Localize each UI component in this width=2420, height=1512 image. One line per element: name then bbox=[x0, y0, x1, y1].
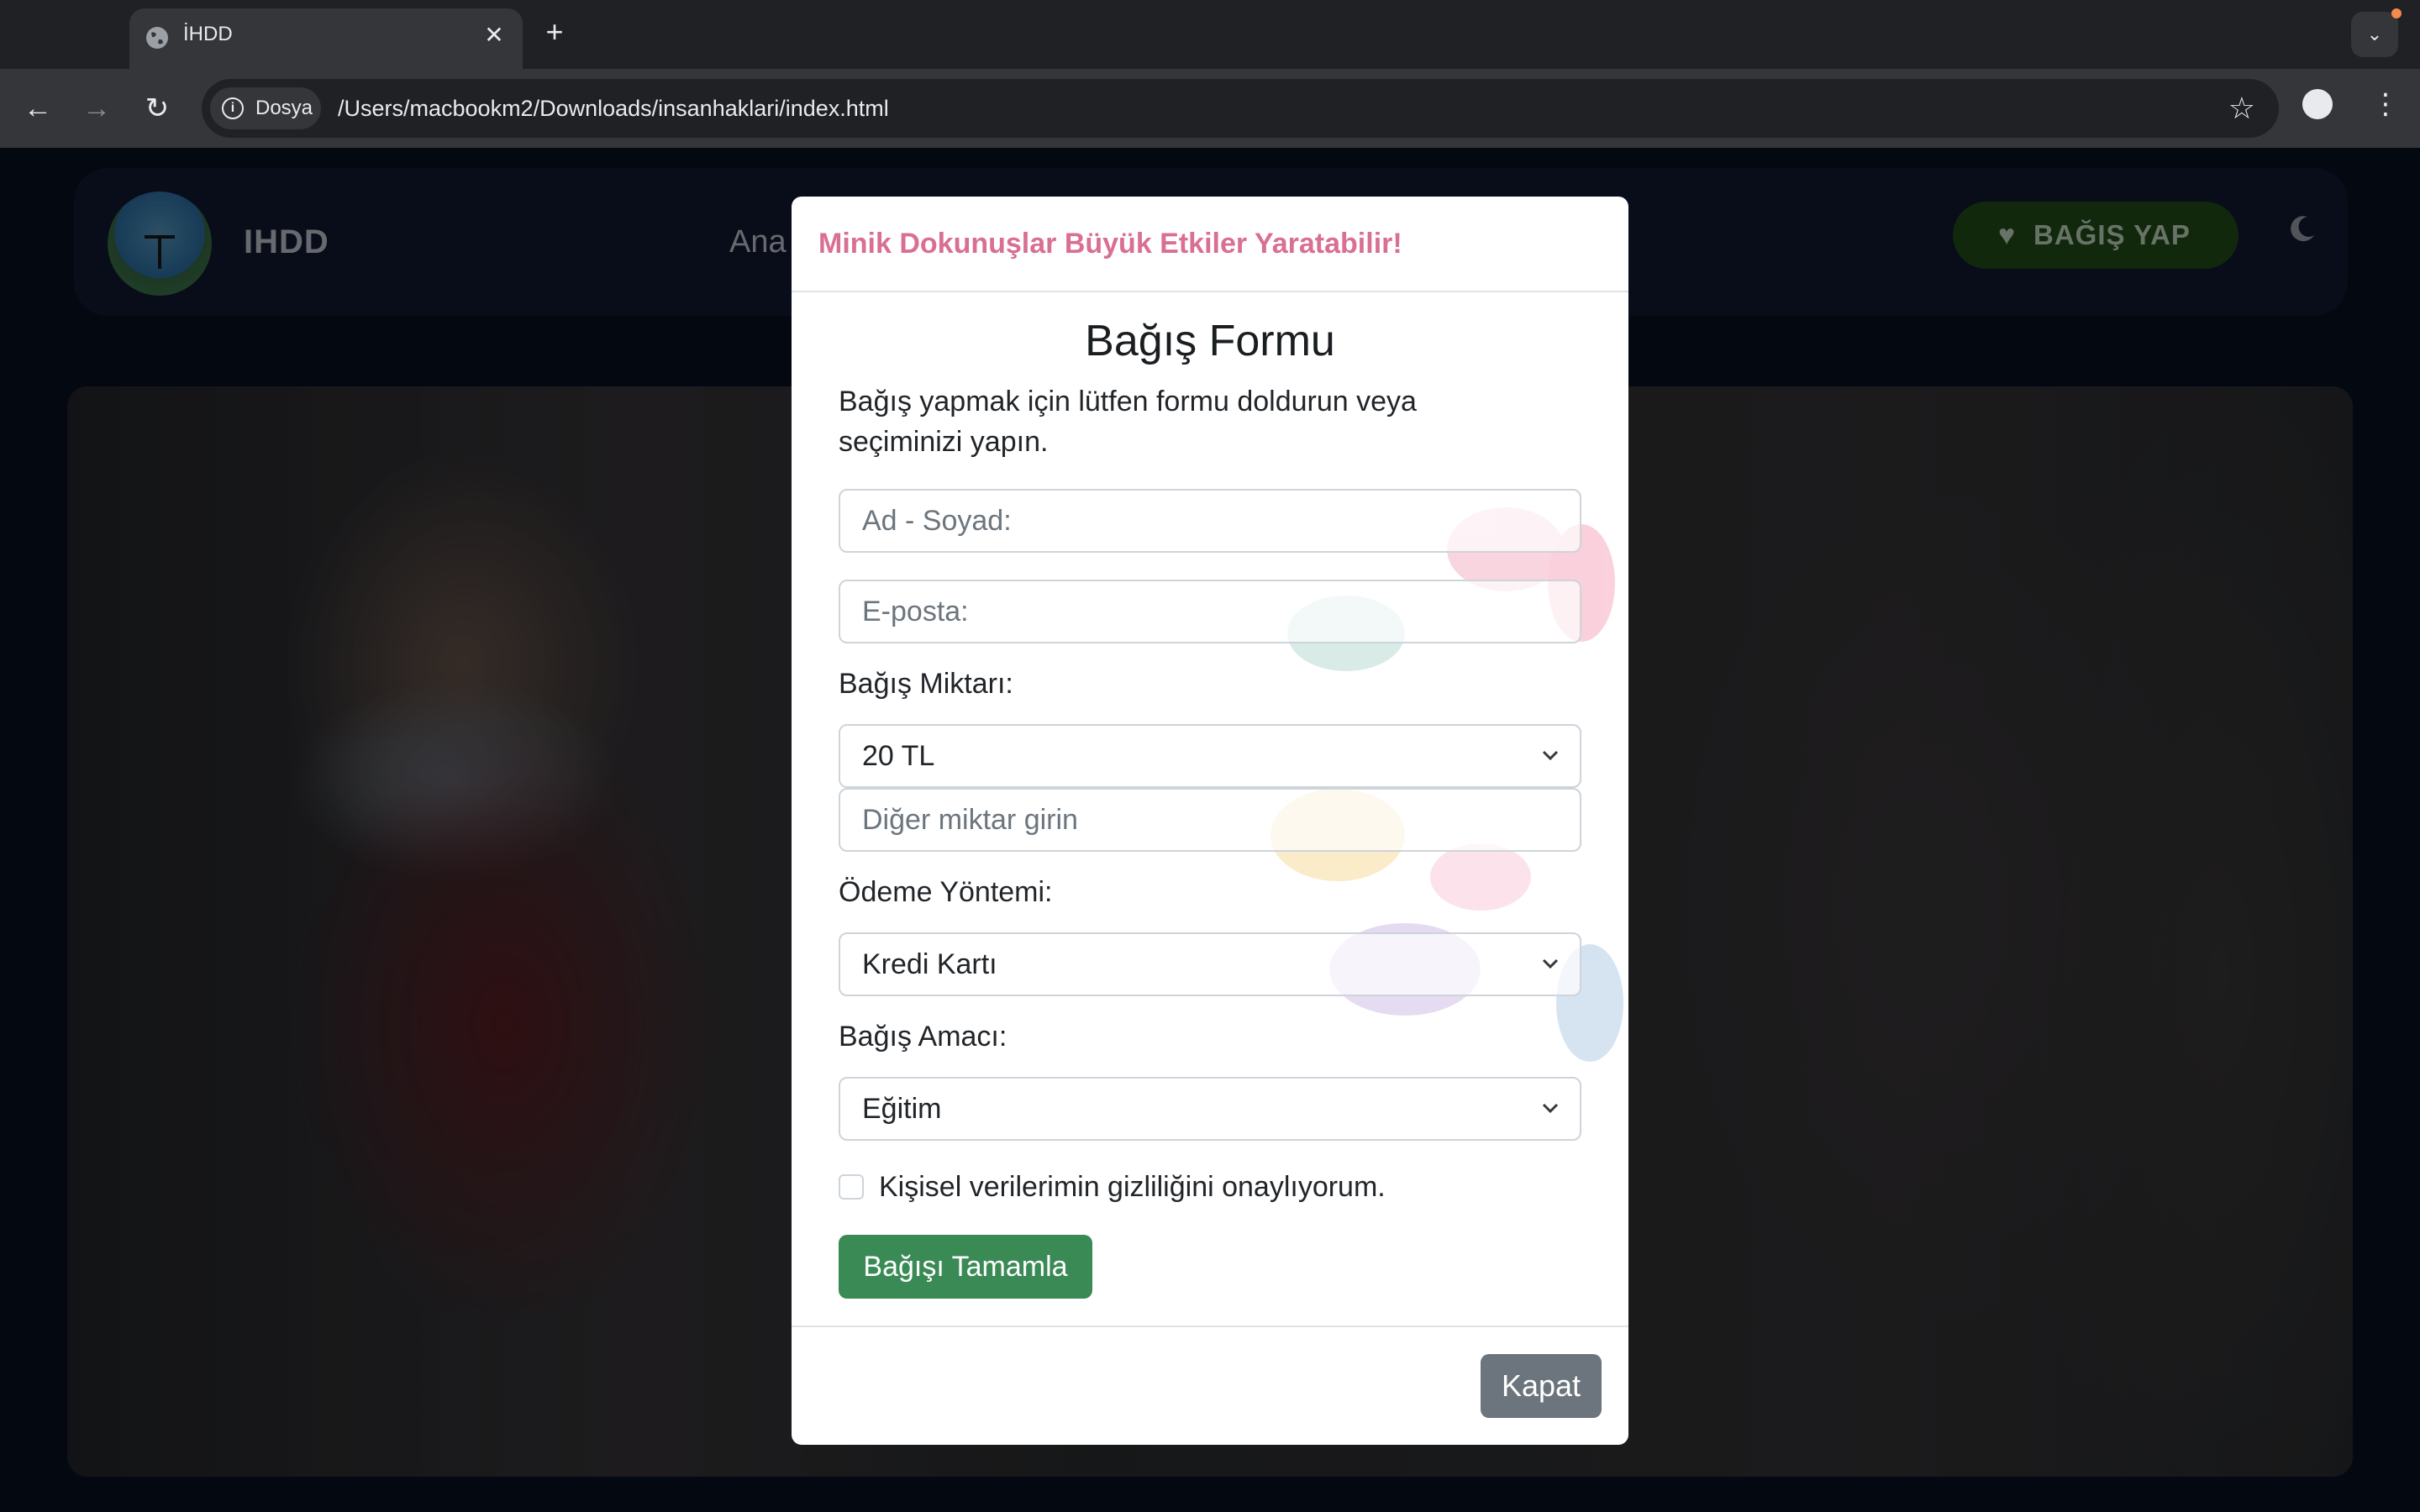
modal-header: Minik Dokunuşlar Büyük Etkiler Yaratabil… bbox=[792, 197, 1628, 292]
name-input[interactable]: Ad - Soyad: bbox=[839, 489, 1581, 553]
site-info-chip[interactable]: i Dosya bbox=[210, 87, 321, 129]
email-placeholder: E-posta: bbox=[862, 596, 969, 627]
payment-select[interactable]: Kredi Kartı bbox=[839, 932, 1581, 996]
reload-icon[interactable]: ↻ bbox=[136, 87, 178, 129]
name-placeholder: Ad - Soyad: bbox=[862, 505, 1012, 537]
browser-menu-icon[interactable]: ⋮ bbox=[2371, 87, 2400, 121]
form-description: Bağış yapmak için lütfen formu doldurun … bbox=[839, 386, 1417, 458]
other-amount-input[interactable]: Diğer miktar girin bbox=[839, 788, 1581, 852]
close-modal-button[interactable]: Kapat bbox=[1481, 1354, 1602, 1418]
site-info-label: Dosya bbox=[255, 97, 313, 119]
modal-slogan: Minik Dokunuşlar Büyük Etkiler Yaratabil… bbox=[818, 228, 1402, 260]
chevron-down-icon: ⌄ bbox=[2366, 24, 2383, 45]
bookmark-star-icon[interactable]: ☆ bbox=[2228, 91, 2255, 126]
amount-value: 20 TL bbox=[862, 740, 935, 772]
amount-label: Bağış Miktarı: bbox=[839, 668, 1013, 700]
tab-title: İHDD bbox=[183, 23, 233, 45]
new-tab-button[interactable]: + bbox=[538, 15, 571, 49]
info-icon: i bbox=[222, 97, 244, 119]
modal-body: Bağış Formu Bağış yapmak için lütfen for… bbox=[839, 291, 1581, 1299]
browser-toolbar: ← → ↻ i Dosya /Users/macbookm2/Downloads… bbox=[0, 69, 2420, 148]
chevron-down-icon bbox=[1542, 1103, 1559, 1114]
back-arrow-icon[interactable]: ← bbox=[17, 87, 59, 129]
modal-footer: Kapat bbox=[792, 1326, 1628, 1445]
forward-arrow-icon[interactable]: → bbox=[76, 87, 118, 129]
purpose-select[interactable]: Eğitim bbox=[839, 1077, 1581, 1141]
purpose-value: Eğitim bbox=[862, 1093, 942, 1125]
amount-select[interactable]: 20 TL bbox=[839, 724, 1581, 788]
other-amount-placeholder: Diğer miktar girin bbox=[862, 804, 1078, 836]
tab-search-button[interactable]: ⌄ bbox=[2351, 8, 2402, 57]
notification-dot bbox=[2391, 8, 2402, 18]
address-bar[interactable]: i Dosya /Users/macbookm2/Downloads/insan… bbox=[202, 79, 2279, 138]
browser-tab-strip: İHDD ✕ + ⌄ bbox=[0, 0, 2420, 69]
profile-avatar-icon[interactable] bbox=[2302, 89, 2333, 119]
payment-label: Ödeme Yöntemi: bbox=[839, 876, 1053, 908]
donation-modal: Minik Dokunuşlar Büyük Etkiler Yaratabil… bbox=[792, 197, 1628, 1445]
submit-donation-button[interactable]: Bağışı Tamamla bbox=[839, 1235, 1092, 1299]
globe-icon bbox=[146, 27, 168, 49]
chevron-down-icon bbox=[1542, 750, 1559, 761]
payment-value: Kredi Kartı bbox=[862, 948, 997, 980]
url-text[interactable]: /Users/macbookm2/Downloads/insanhaklari/… bbox=[338, 79, 889, 138]
form-title: Bağış Formu bbox=[1085, 317, 1335, 365]
privacy-label[interactable]: Kişisel verilerimin gizliliğini onaylıyo… bbox=[879, 1168, 1386, 1206]
privacy-checkbox[interactable] bbox=[839, 1174, 864, 1200]
browser-tab[interactable]: İHDD ✕ bbox=[129, 8, 523, 69]
email-input[interactable]: E-posta: bbox=[839, 580, 1581, 643]
close-tab-icon[interactable]: ✕ bbox=[481, 22, 508, 49]
chevron-down-icon bbox=[1542, 958, 1559, 969]
purpose-label: Bağış Amacı: bbox=[839, 1021, 1007, 1053]
